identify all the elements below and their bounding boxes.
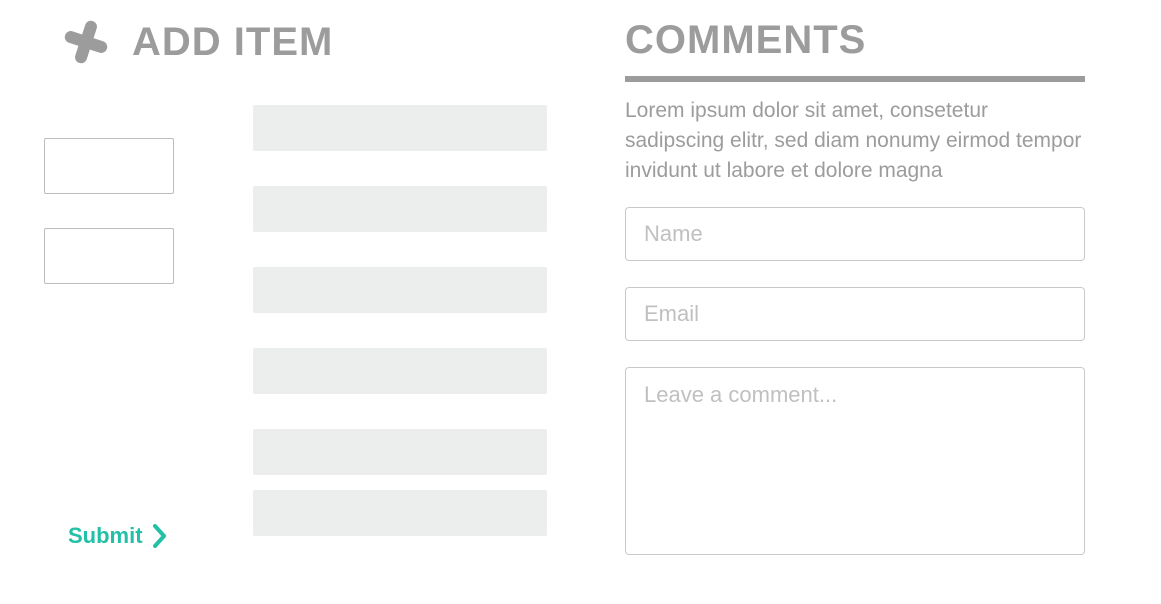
submit-label: Submit <box>68 523 143 549</box>
placeholder-block <box>253 348 547 394</box>
add-item-header: ADD ITEM <box>62 18 333 66</box>
comments-divider <box>625 76 1085 82</box>
placeholder-block <box>253 490 547 536</box>
email-field[interactable] <box>625 287 1085 341</box>
add-item-input-2[interactable] <box>44 228 174 284</box>
chevron-right-icon <box>151 522 169 550</box>
comments-header: COMMENTS <box>625 18 866 63</box>
comment-body-field[interactable] <box>625 367 1085 555</box>
plus-icon <box>62 18 110 66</box>
placeholder-block <box>253 186 547 232</box>
add-item-title: ADD ITEM <box>132 20 333 65</box>
submit-button[interactable]: Submit <box>68 522 169 550</box>
comments-description: Lorem ipsum dolor sit amet, consetetur s… <box>625 96 1085 186</box>
name-field[interactable] <box>625 207 1085 261</box>
placeholder-block <box>253 105 547 151</box>
placeholder-block <box>253 429 547 475</box>
placeholder-block <box>253 267 547 313</box>
comments-title: COMMENTS <box>625 18 866 63</box>
add-item-input-1[interactable] <box>44 138 174 194</box>
